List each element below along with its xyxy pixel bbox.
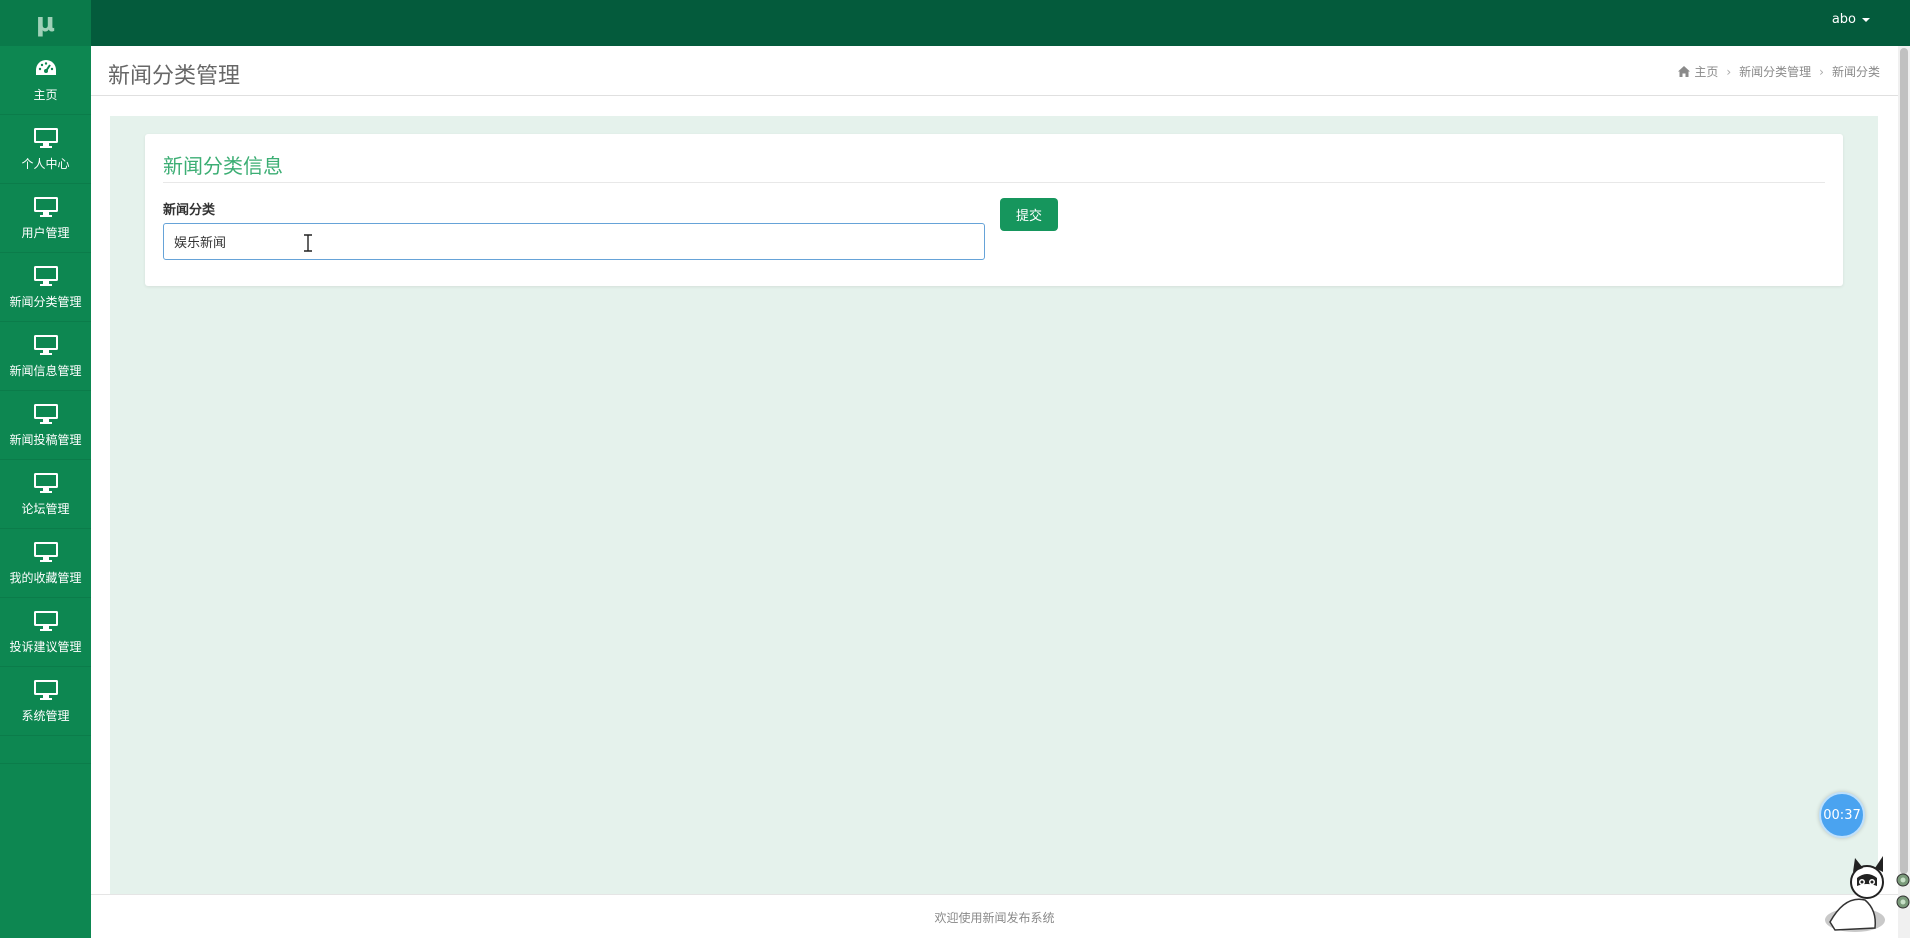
- monitor-icon: [33, 334, 59, 356]
- monitor-icon: [33, 679, 59, 701]
- breadcrumb-item[interactable]: 新闻分类管理: [1739, 63, 1811, 80]
- sidebar-item-forum[interactable]: 论坛管理: [0, 460, 91, 529]
- sidebar-item-profile[interactable]: 个人中心: [0, 115, 91, 184]
- home-icon: [1678, 66, 1691, 77]
- cat-mascot-icon: [1825, 856, 1910, 932]
- monitor-icon: [33, 541, 59, 563]
- card-title: 新闻分类信息: [163, 154, 283, 178]
- page-header: 新闻分类管理 主页 › 新闻分类管理 › 新闻分类: [91, 46, 1898, 96]
- sidebar-item-label: 论坛管理: [21, 501, 70, 516]
- sidebar-item-label: 个人中心: [21, 156, 70, 171]
- sidebar-item-label: 新闻投稿管理: [9, 432, 82, 447]
- app-logo[interactable]: μ: [0, 0, 91, 46]
- breadcrumb-item: 主页: [1694, 65, 1719, 79]
- monitor-icon: [33, 610, 59, 632]
- sidebar-item-label: 新闻分类管理: [9, 294, 82, 309]
- breadcrumb: 主页 › 新闻分类管理 › 新闻分类: [1678, 63, 1880, 80]
- timer-badge[interactable]: 00:37: [1819, 792, 1865, 838]
- chevron-right-icon: ›: [1726, 64, 1732, 79]
- category-field-label: 新闻分类: [163, 203, 216, 218]
- monitor-icon: [33, 403, 59, 425]
- sidebar-item-users[interactable]: 用户管理: [0, 184, 91, 253]
- sidebar-item-label: 新闻信息管理: [9, 363, 82, 378]
- sidebar: 主页 个人中心 用户管理 新闻分类管理 新闻信息管理 新闻投稿管理 论坛管理 我…: [0, 46, 91, 938]
- main-content: 新闻分类信息 新闻分类 提交: [110, 116, 1878, 894]
- chevron-right-icon: ›: [1819, 64, 1824, 79]
- sidebar-item-complaints[interactable]: 投诉建议管理: [0, 598, 91, 667]
- footer: 欢迎使用新闻发布系统: [91, 894, 1898, 938]
- submit-button[interactable]: 提交: [1000, 198, 1058, 231]
- sidebar-item-label: 系统管理: [21, 708, 70, 723]
- top-navbar: μ abo: [0, 0, 1910, 46]
- page-title: 新闻分类管理: [108, 64, 241, 89]
- scrollbar-thumb[interactable]: [1900, 48, 1908, 874]
- breadcrumb-current: 新闻分类: [1831, 65, 1880, 79]
- form-card: 新闻分类信息 新闻分类 提交: [145, 134, 1843, 286]
- sidebar-item-label: 投诉建议管理: [9, 639, 82, 654]
- breadcrumb-home[interactable]: 主页: [1678, 63, 1718, 80]
- caret-down-icon: [1862, 17, 1870, 22]
- sidebar-item-system[interactable]: 系统管理: [0, 667, 91, 736]
- monitor-icon: [33, 127, 59, 149]
- category-input[interactable]: [163, 223, 985, 260]
- monitor-icon: [33, 196, 59, 218]
- sidebar-spacer: [0, 736, 91, 764]
- sidebar-item-news-category[interactable]: 新闻分类管理: [0, 253, 91, 322]
- vertical-scrollbar[interactable]: [1898, 46, 1910, 938]
- text-cursor-icon: [304, 234, 312, 252]
- sidebar-item-label: 用户管理: [21, 225, 70, 240]
- sidebar-item-news-info[interactable]: 新闻信息管理: [0, 322, 91, 391]
- dashboard-icon: [33, 58, 59, 80]
- user-menu[interactable]: abo: [1832, 12, 1870, 27]
- sidebar-item-label: 我的收藏管理: [9, 570, 82, 585]
- sidebar-item-news-submission[interactable]: 新闻投稿管理: [0, 391, 91, 460]
- username-label: abo: [1831, 12, 1856, 27]
- footer-text: 欢迎使用新闻发布系统: [934, 911, 1055, 925]
- sidebar-item-label: 主页: [33, 87, 58, 102]
- sidebar-item-favorites[interactable]: 我的收藏管理: [0, 529, 91, 598]
- monitor-icon: [33, 265, 59, 287]
- monitor-icon: [33, 472, 59, 494]
- sidebar-item-home[interactable]: 主页: [0, 46, 91, 115]
- divider: [163, 182, 1825, 183]
